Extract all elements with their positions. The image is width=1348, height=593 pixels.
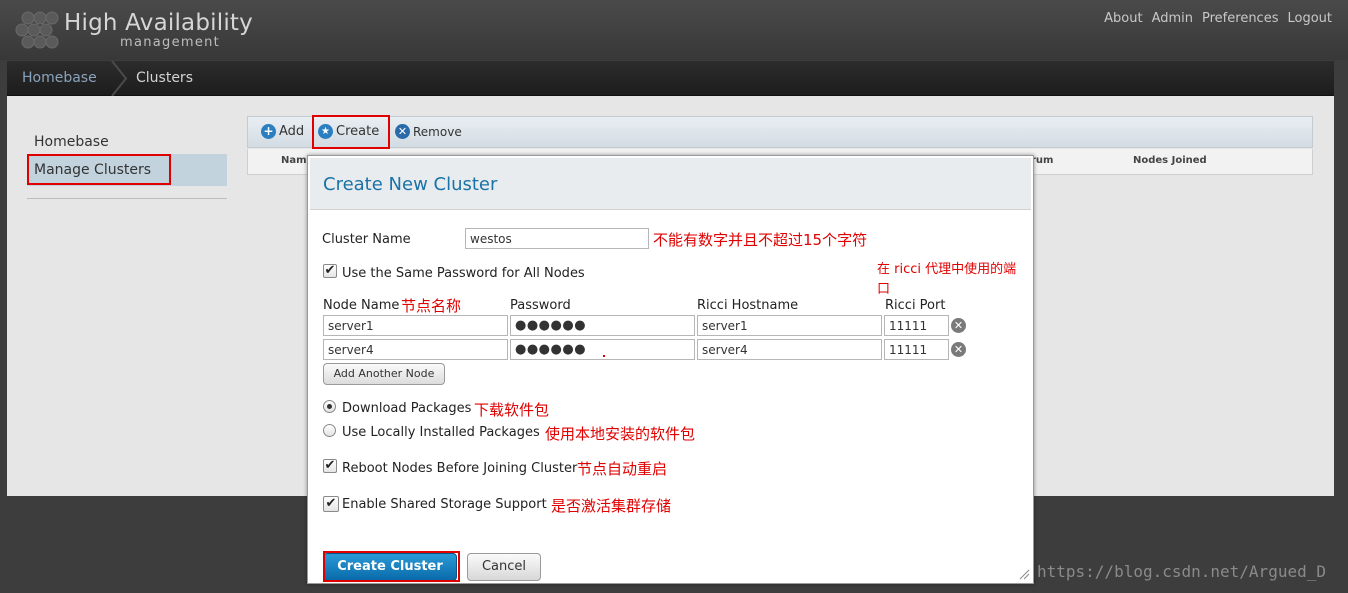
ricci-hostname-input[interactable] bbox=[697, 315, 882, 336]
breadcrumb: Homebase Clusters bbox=[7, 61, 1334, 96]
app-subtitle: management bbox=[120, 35, 221, 50]
ricci-hostname-input[interactable] bbox=[697, 339, 882, 360]
shared-storage-annotation: 是否激活集群存储 bbox=[551, 497, 672, 515]
resize-grip-icon[interactable] bbox=[1018, 568, 1030, 580]
logo-icon bbox=[15, 11, 59, 49]
node-name-input[interactable] bbox=[323, 315, 508, 336]
create-cluster-button[interactable]: Create Cluster bbox=[323, 553, 457, 581]
local-packages-annotation: 使用本地安装的软件包 bbox=[545, 425, 696, 443]
admin-link[interactable]: Admin bbox=[1152, 11, 1193, 26]
node-name-annotation: 节点名称 bbox=[401, 297, 462, 315]
same-password-label: Use the Same Password for All Nodes bbox=[342, 266, 585, 281]
breadcrumb-separator-icon bbox=[111, 61, 128, 96]
add-label: Add bbox=[279, 124, 305, 139]
create-button[interactable]: ★ Create bbox=[318, 124, 379, 139]
breadcrumb-homebase[interactable]: Homebase bbox=[22, 70, 97, 86]
remove-label: Remove bbox=[413, 124, 462, 139]
local-packages-label: Use Locally Installed Packages bbox=[342, 425, 540, 440]
cancel-button[interactable]: Cancel bbox=[467, 553, 541, 581]
add-another-node-button[interactable]: Add Another Node bbox=[323, 363, 445, 385]
top-links: About Admin Preferences Logout bbox=[1104, 11, 1332, 26]
watermark-text: https://blog.csdn.net/Argued_D bbox=[1037, 562, 1326, 581]
create-cluster-dialog: Create New Cluster Cluster Name 不能有数字并且不… bbox=[307, 155, 1034, 584]
cluster-name-input[interactable] bbox=[465, 228, 649, 249]
cluster-name-annotation: 不能有数字并且不超过15个字符 bbox=[653, 231, 868, 249]
dialog-header: Create New Cluster bbox=[310, 158, 1031, 210]
password-column-label: Password bbox=[510, 298, 571, 313]
ricci-port-input[interactable] bbox=[884, 339, 949, 360]
ricci-port-input[interactable] bbox=[884, 315, 949, 336]
create-label: Create bbox=[336, 124, 380, 139]
ricci-port-annotation: 在 ricci 代理中使用的端口 bbox=[877, 262, 1017, 297]
remove-node-icon[interactable]: ✕ bbox=[951, 342, 966, 357]
dialog-title: Create New Cluster bbox=[323, 174, 498, 195]
download-packages-annotation: 下载软件包 bbox=[474, 401, 550, 419]
column-header-quorum[interactable]: rum bbox=[1031, 155, 1053, 166]
breadcrumb-current: Clusters bbox=[136, 70, 193, 86]
logout-link[interactable]: Logout bbox=[1287, 11, 1332, 26]
column-header-name[interactable]: Nam bbox=[281, 155, 307, 166]
node-name-column-label: Node Name bbox=[323, 298, 400, 313]
ricci-port-column-label: Ricci Port bbox=[885, 298, 946, 313]
annotation-mark bbox=[603, 355, 605, 357]
preferences-link[interactable]: Preferences bbox=[1202, 11, 1278, 26]
download-packages-radio[interactable] bbox=[323, 400, 336, 413]
column-header-nodes-joined[interactable]: Nodes Joined bbox=[1133, 155, 1207, 166]
reboot-nodes-checkbox[interactable]: ✔ bbox=[323, 459, 337, 473]
shared-storage-label: Enable Shared Storage Support bbox=[342, 497, 547, 512]
add-button[interactable]: + Add bbox=[261, 124, 304, 139]
reboot-nodes-annotation: 节点自动重启 bbox=[577, 460, 668, 478]
node-name-input[interactable] bbox=[323, 339, 508, 360]
top-bar: High Availability management About Admin… bbox=[0, 0, 1348, 60]
remove-node-icon[interactable]: ✕ bbox=[951, 318, 966, 333]
download-packages-label: Download Packages bbox=[342, 401, 472, 416]
remove-icon: ✕ bbox=[395, 124, 410, 139]
shared-storage-checkbox[interactable]: ✔ bbox=[323, 496, 339, 512]
same-password-checkbox[interactable]: ✔ bbox=[323, 264, 337, 278]
local-packages-radio[interactable] bbox=[323, 424, 336, 437]
sidebar-item-manage-clusters[interactable]: Manage Clusters bbox=[27, 154, 227, 186]
node-password-input[interactable] bbox=[510, 315, 695, 336]
cluster-name-label: Cluster Name bbox=[322, 232, 411, 247]
plus-icon: + bbox=[261, 124, 276, 139]
star-icon: ★ bbox=[318, 124, 333, 139]
sidebar-divider bbox=[27, 198, 227, 199]
remove-button[interactable]: ✕ Remove bbox=[395, 124, 462, 139]
ricci-hostname-column-label: Ricci Hostname bbox=[697, 298, 799, 313]
cluster-toolbar: + Add ★ Create ✕ Remove bbox=[247, 116, 1313, 148]
reboot-nodes-label: Reboot Nodes Before Joining Cluster bbox=[342, 461, 578, 476]
app-title: High Availability bbox=[64, 10, 253, 36]
about-link[interactable]: About bbox=[1104, 11, 1142, 26]
